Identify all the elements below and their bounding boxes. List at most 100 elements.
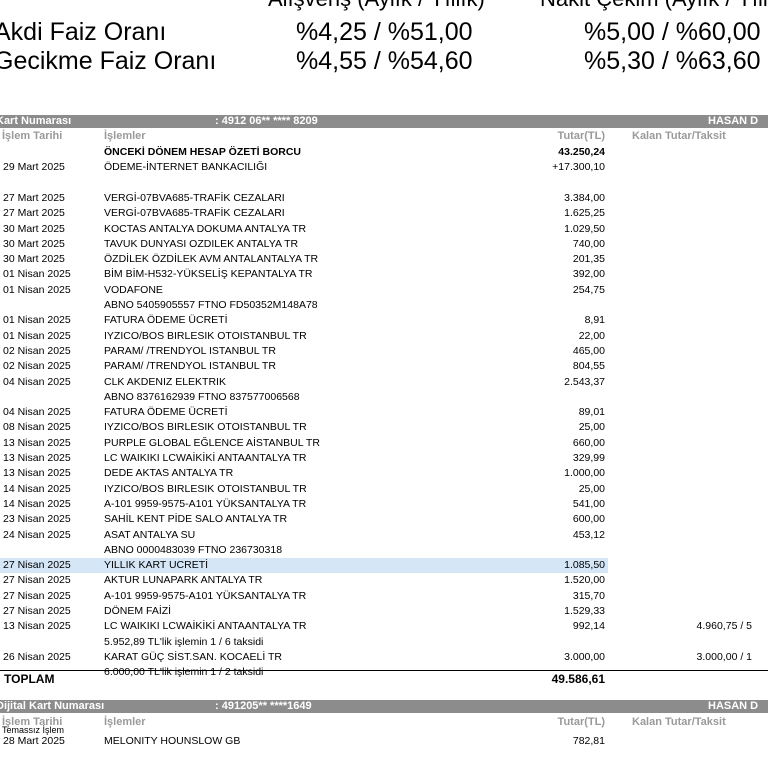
transaction-description: IYZICO/BOS BIRLESIK OTOISTANBUL TR (104, 482, 307, 495)
table-row: 30 Mart 2025 KOCTAS ANTALYA DOKUMA ANTALY… (0, 222, 768, 237)
rate-label: Gecikme Faiz Oranı (0, 47, 217, 75)
transaction-date: 27 Mart 2025 (3, 207, 65, 220)
transaction-amount: 254,75 (572, 283, 605, 296)
transaction-description: ASAT ANTALYA SU (104, 528, 196, 541)
table-row: 01 Nisan 2025 FATURA ÖDEME ÜCRETİ 8,91 (0, 313, 768, 328)
transaction-date: 13 Nisan 2025 (3, 620, 71, 633)
transaction-date: 14 Nisan 2025 (3, 482, 71, 495)
transaction-amount: 541,00 (572, 497, 605, 510)
transaction-amount: 315,70 (572, 589, 605, 602)
transaction-amount: +17.300,10 (552, 161, 605, 174)
transaction-description: ÖDEME-İNTERNET BANKACILIĞI (104, 161, 268, 174)
transaction-amount: 201,35 (572, 253, 605, 266)
transaction-date: 27 Nisan 2025 (3, 574, 71, 587)
transaction-description: LC WAIKIKI LCWAİKİKİ ANTAANTALYA TR (104, 620, 307, 633)
shopping-rate-header: Alışveriş (Aylık / Yıllık) (268, 0, 485, 12)
transaction-description: DEDE AKTAS ANTALYA TR (104, 467, 234, 480)
transaction-date: 28 Mart 2025 (3, 735, 65, 747)
date-column-header: İşlem Tarihi (2, 130, 63, 142)
transaction-amount: 2.543,37 (564, 375, 605, 388)
digital-card-holder: HASAN D (708, 700, 759, 712)
transaction-date: 01 Nisan 2025 (3, 329, 71, 342)
transaction-description: PARAM/ /TRENDYOL ISTANBUL TR (104, 344, 276, 357)
transaction-date: 30 Mart 2025 (3, 222, 65, 235)
table-row: 04 Nisan 2025 CLK AKDENIZ ELEKTRIK 2.543,3… (0, 375, 768, 390)
total-label: TOPLAM (4, 672, 55, 686)
transaction-description: SAHİL KENT PİDE SALO ANTALYA TR (104, 513, 288, 526)
table-row: 13 Nisan 2025 DEDE AKTAS ANTALYA TR 1.000,… (0, 466, 768, 481)
table-row: 01 Nisan 2025 VODAFONE 254,75 (0, 283, 768, 298)
table-row: 27 Nisan 2025 A-101 9959-9575-A101 YÜKSAN… (0, 589, 768, 604)
card-holder: HASAN D (708, 115, 759, 127)
transaction-date: 01 Nisan 2025 (3, 283, 71, 296)
table-row: 28 Mart 2025 MELONITY HOUNSLOW GB 782,81 (0, 734, 768, 749)
transaction-amount: 329,99 (572, 452, 605, 464)
table-row: 13 Nisan 2025 PURPLE GLOBAL EĞLENCE AİSTA… (0, 436, 768, 451)
transaction-description: ABNO 0000483039 FTNO 236730318 (104, 543, 283, 556)
table-row: 08 Nisan 2025 IYZICO/BOS BIRLESIK OTOISTA… (0, 420, 768, 435)
transaction-amount: 660,00 (572, 436, 605, 449)
transaction-description: VODAFONE (104, 283, 163, 296)
transaction-amount: 804,55 (572, 360, 605, 373)
card-number: : 4912 06** **** 8209 (215, 115, 318, 127)
table-row: 5.952,89 TL'lik işlemin 1 / 6 taksidi (0, 635, 768, 650)
table-row (0, 176, 768, 191)
digital-card-title: Dijital Kart Numarası (0, 700, 105, 712)
transaction-date: 02 Nisan 2025 (3, 360, 71, 373)
transaction-date: 27 Nisan 2025 (3, 589, 71, 602)
transaction-amount: 89,01 (578, 406, 605, 419)
remaining-column-header: Kalan Tutar/Taksit (632, 130, 726, 142)
transaction-description: VERGİ-07BVA685-TRAFİK CEZALARI (104, 207, 285, 220)
transaction-date: 26 Nisan 2025 (3, 650, 71, 663)
table-row: ABNO 5405905557 FTNO FD50352M148A78 (0, 298, 768, 313)
transaction-date: 14 Nisan 2025 (3, 497, 71, 510)
transaction-amount: 1.000,00 (564, 467, 605, 480)
transaction-date: 30 Mart 2025 (3, 253, 65, 266)
card2-column-headers: İşlem Tarihi İşlemler Tutar(TL) Kalan Tu… (0, 716, 768, 729)
cash-rate-value: %5,00 / %60,00 (584, 18, 761, 46)
transaction-date: 02 Nisan 2025 (3, 344, 71, 357)
table-row: 13 Nisan 2025 LC WAIKIKI LCWAİKİKİ ANTAAN… (0, 619, 768, 634)
transaction-description: YILLIK KART UCRETİ (104, 559, 209, 572)
transaction-description: ABNO 5405905557 FTNO FD50352M148A78 (104, 299, 318, 311)
late-rate-row: Gecikme Faiz Oranı %4,55 / %54,60 %5,30 … (0, 45, 768, 77)
amount-column-header: Tutar(TL) (557, 716, 605, 728)
table-row: 27 Mart 2025 VERGİ-07BVA685-TRAFİK CEZALA… (0, 191, 768, 206)
transaction-description: AKTUR LUNAPARK ANTALYA TR (104, 574, 263, 587)
transaction-description: A-101 9959-9575-A101 YÜKSANTALYA TR (104, 589, 307, 602)
transaction-amount: 1.520,00 (564, 574, 605, 587)
table-row: 04 Nisan 2025 FATURA ÖDEME ÜCRETİ 89,01 (0, 405, 768, 420)
transaction-description: TAVUK DUNYASI OZDILEK ANTALYA TR (104, 237, 299, 250)
cash-rate-header: Nakit Çekim (Aylık / Yıllık) (540, 0, 768, 12)
transaction-amount: 1.029,50 (564, 222, 605, 235)
table-row: 27 Mart 2025 VERGİ-07BVA685-TRAFİK CEZALA… (0, 206, 768, 221)
amount-column-header: Tutar(TL) (557, 130, 605, 142)
transaction-description: IYZICO/BOS BIRLESIK OTOISTANBUL TR (104, 329, 307, 342)
transaction-amount: 1.625,25 (564, 207, 605, 220)
shopping-rate-value: %4,55 / %54,60 (296, 47, 473, 75)
transaction-description: KOCTAS ANTALYA DOKUMA ANTALYA TR (104, 222, 307, 235)
transaction-date: 13 Nisan 2025 (3, 467, 71, 480)
transaction-amount: 25,00 (578, 421, 605, 434)
transaction-amount: 782,81 (572, 735, 605, 747)
table-row: ABNO 8376162939 FTNO 837577006568 (0, 390, 768, 405)
total-row: TOPLAM 49.586,61 (0, 670, 768, 687)
transaction-description: ÖNCEKİ DÖNEM HESAP ÖZETİ BORCU (104, 146, 301, 158)
transaction-date: 27 Mart 2025 (3, 191, 65, 204)
transaction-description: CLK AKDENIZ ELEKTRIK (104, 375, 226, 388)
table-row: ABNO 0000483039 FTNO 236730318 (0, 543, 768, 558)
card-number-title: Kart Numarası (0, 115, 72, 127)
transaction-date: 30 Mart 2025 (3, 237, 65, 250)
transaction-description: KARAT GÜÇ SİST.SAN. KOCAELİ TR (104, 650, 282, 663)
table-row: 01 Nisan 2025 BİM BİM-H532-YÜKSELİŞ KEPAN… (0, 267, 768, 282)
table-row: 30 Mart 2025 ÖZDİLEK ÖZDİLEK AVM ANTALANT… (0, 252, 768, 267)
transaction-date: 08 Nisan 2025 (3, 421, 71, 434)
transaction-date: 04 Nisan 2025 (3, 406, 71, 419)
transaction-amount: 22,00 (578, 329, 605, 342)
table-row: 14 Nisan 2025 A-101 9959-9575-A101 YÜKSAN… (0, 497, 768, 512)
transaction-date: 04 Nisan 2025 (3, 375, 71, 388)
table-row: ÖNCEKİ DÖNEM HESAP ÖZETİ BORCU 43.250,24 (0, 145, 768, 160)
transaction-description: BİM BİM-H532-YÜKSELİŞ KEPANTALYA TR (104, 268, 313, 281)
transaction-date: 24 Nisan 2025 (3, 528, 71, 541)
transaction-description: VERGİ-07BVA685-TRAFİK CEZALARI (104, 191, 285, 204)
